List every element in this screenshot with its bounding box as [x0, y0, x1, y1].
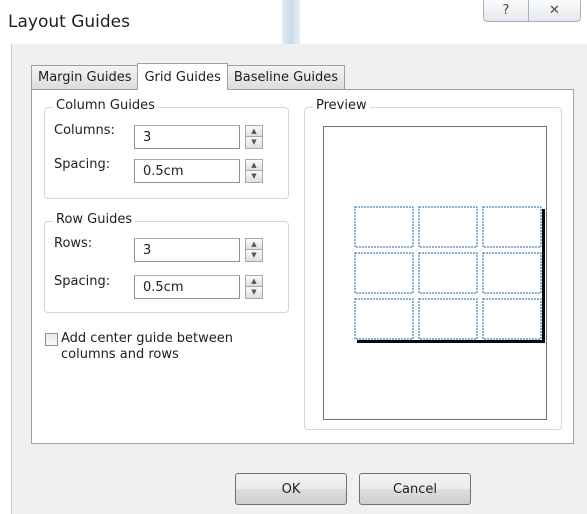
spin-down-icon[interactable]: ▼	[245, 287, 263, 299]
column-spacing-input[interactable]: 0.5cm	[134, 159, 240, 183]
rows-label: Rows:	[54, 236, 93, 251]
close-button[interactable]: ✕	[529, 0, 581, 22]
center-guide-label-line1: Add center guide between	[61, 331, 233, 346]
row-guides-title: Row Guides	[53, 212, 136, 227]
spin-up-icon[interactable]: ▲	[245, 159, 263, 171]
grid-guides-panel: Column Guides Columns: 3 ▲ ▼ Spacing: 0.…	[31, 89, 574, 444]
page-rect	[354, 206, 542, 340]
rows-input[interactable]: 3	[134, 238, 240, 262]
column-guides-title: Column Guides	[53, 98, 158, 113]
spin-up-icon[interactable]: ▲	[245, 125, 263, 137]
preview-group: Preview	[304, 98, 562, 430]
columns-label: Columns:	[54, 123, 115, 138]
row-spacing-spinner[interactable]: ▲ ▼	[245, 275, 263, 299]
cancel-button[interactable]: Cancel	[359, 473, 471, 505]
tab-grid-guides[interactable]: Grid Guides	[137, 63, 228, 90]
close-icon: ✕	[549, 3, 560, 18]
spin-down-icon[interactable]: ▼	[245, 137, 263, 149]
ok-button[interactable]: OK	[235, 473, 347, 505]
column-spacing-spinner[interactable]: ▲ ▼	[245, 159, 263, 183]
grid-preview	[354, 206, 545, 343]
window-title: Layout Guides	[8, 12, 130, 32]
center-guide-label-line2: columns and rows	[61, 347, 179, 362]
spin-down-icon[interactable]: ▼	[245, 171, 263, 183]
center-guide-label[interactable]: Add center guide between columns and row…	[61, 331, 233, 363]
row-spacing-input[interactable]: 0.5cm	[134, 275, 240, 299]
tab-baseline-guides[interactable]: Baseline Guides	[226, 65, 346, 89]
spin-up-icon[interactable]: ▲	[245, 238, 263, 250]
spin-down-icon[interactable]: ▼	[245, 250, 263, 262]
help-button[interactable]: ?	[483, 0, 529, 22]
tab-strip: Margin Guides Grid Guides Baseline Guide…	[31, 63, 346, 90]
row-spacing-label: Spacing:	[54, 274, 111, 289]
columns-input[interactable]: 3	[134, 125, 240, 149]
tab-margin-guides[interactable]: Margin Guides	[31, 65, 139, 89]
row-guides-group: Row Guides Rows: 3 ▲ ▼ Spacing: 0.5cm ▲ …	[44, 212, 289, 313]
help-icon: ?	[502, 3, 510, 18]
center-guide-checkbox[interactable]	[45, 333, 58, 346]
rows-spinner[interactable]: ▲ ▼	[245, 238, 263, 262]
columns-spinner[interactable]: ▲ ▼	[245, 125, 263, 149]
title-bar: Layout Guides ? ✕	[0, 0, 587, 44]
column-spacing-label: Spacing:	[54, 157, 111, 172]
spin-up-icon[interactable]: ▲	[245, 275, 263, 287]
dialog-body: Margin Guides Grid Guides Baseline Guide…	[11, 44, 587, 514]
title-bar-decoration	[282, 0, 300, 44]
preview-canvas	[323, 126, 547, 420]
preview-title: Preview	[313, 98, 370, 113]
column-guides-group: Column Guides Columns: 3 ▲ ▼ Spacing: 0.…	[44, 98, 289, 199]
